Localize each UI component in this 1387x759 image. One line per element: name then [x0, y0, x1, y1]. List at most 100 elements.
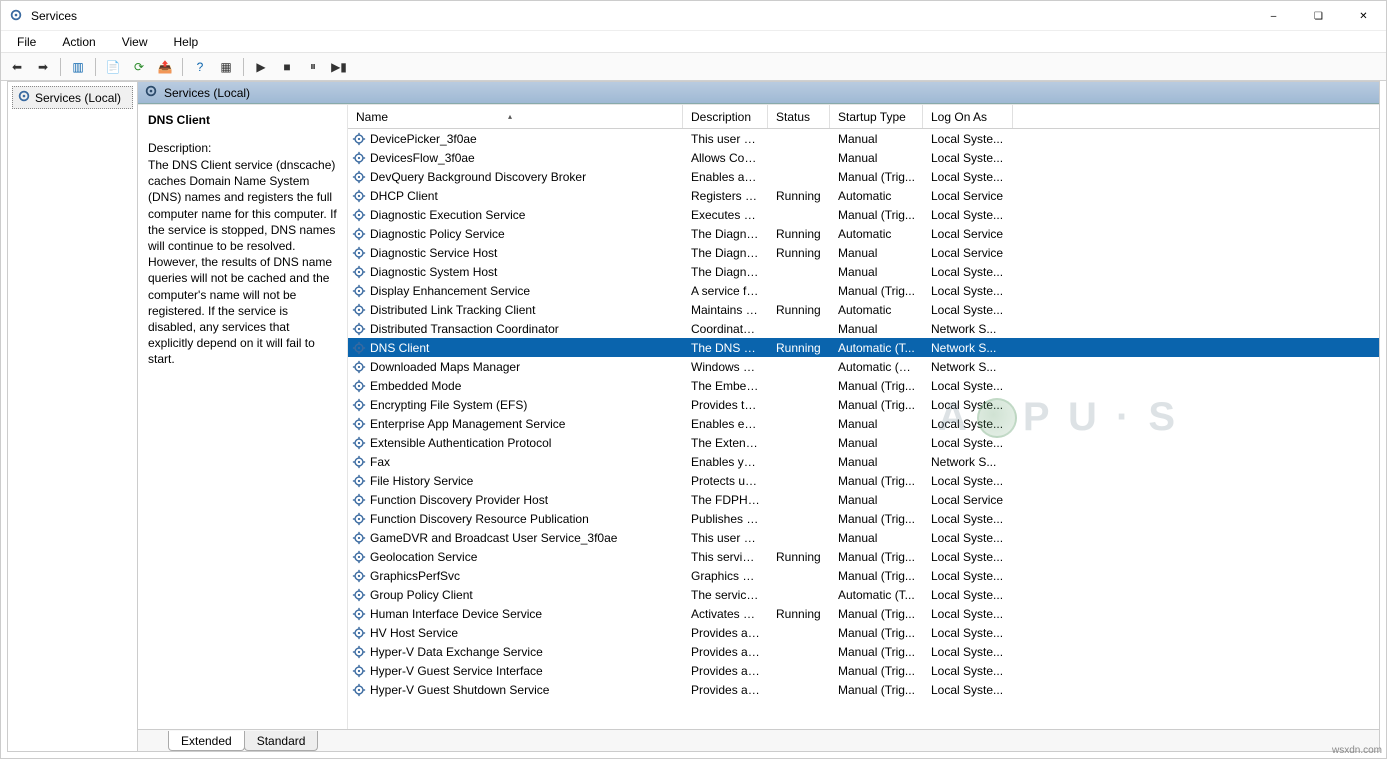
start-service-button[interactable]: ▶ [249, 56, 273, 78]
gear-icon [352, 227, 366, 241]
service-logon: Local Syste... [923, 664, 1013, 678]
table-row[interactable]: Distributed Transaction CoordinatorCoord… [348, 319, 1379, 338]
gear-icon [352, 474, 366, 488]
service-status: Running [768, 341, 830, 355]
service-description: Publishes th... [683, 512, 768, 526]
table-row[interactable]: FaxEnables you...ManualNetwork S... [348, 452, 1379, 471]
table-row[interactable]: Function Discovery Provider HostThe FDPH… [348, 490, 1379, 509]
maximize-button[interactable]: ❏ [1296, 1, 1341, 31]
service-startup: Manual (Trig... [830, 607, 923, 621]
table-row[interactable]: Function Discovery Resource PublicationP… [348, 509, 1379, 528]
table-row[interactable]: DNS ClientThe DNS Cli...RunningAutomatic… [348, 338, 1379, 357]
table-row[interactable]: Hyper-V Guest Shutdown ServiceProvides a… [348, 680, 1379, 699]
column-button[interactable]: ▦ [214, 56, 238, 78]
sort-indicator-icon: ▴ [508, 112, 678, 121]
gear-icon [352, 588, 366, 602]
pause-service-button[interactable]: ⏸ [301, 56, 325, 78]
properties-button[interactable]: 📄 [101, 56, 125, 78]
tree-node-services-local[interactable]: Services (Local) [12, 86, 133, 109]
service-name: Diagnostic System Host [370, 265, 497, 279]
description-text: The DNS Client service (dnscache) caches… [148, 157, 337, 367]
table-row[interactable]: Display Enhancement ServiceA service fo.… [348, 281, 1379, 300]
table-row[interactable]: Diagnostic Service HostThe Diagno...Runn… [348, 243, 1379, 262]
table-row[interactable]: DHCP ClientRegisters an...RunningAutomat… [348, 186, 1379, 205]
window-title: Services [31, 9, 77, 23]
help-button[interactable]: ? [188, 56, 212, 78]
restart-service-button[interactable]: ▶▮ [327, 56, 351, 78]
gear-icon [352, 379, 366, 393]
table-row[interactable]: Hyper-V Data Exchange ServiceProvides a … [348, 642, 1379, 661]
table-row[interactable]: Enterprise App Management ServiceEnables… [348, 414, 1379, 433]
service-description: Activates an... [683, 607, 768, 621]
forward-button[interactable]: ➡ [31, 56, 55, 78]
table-row[interactable]: DevQuery Background Discovery BrokerEnab… [348, 167, 1379, 186]
service-description: The DNS Cli... [683, 341, 768, 355]
gear-icon [352, 436, 366, 450]
gear-icon [352, 664, 366, 678]
tab-extended[interactable]: Extended [168, 731, 245, 751]
service-description: The Diagno... [683, 227, 768, 241]
service-name: Function Discovery Provider Host [370, 493, 548, 507]
gear-icon [352, 626, 366, 640]
table-row[interactable]: File History ServiceProtects use...Manua… [348, 471, 1379, 490]
column-header-status[interactable]: Status [768, 105, 830, 128]
table-row[interactable]: Geolocation ServiceThis service ...Runni… [348, 547, 1379, 566]
tab-standard[interactable]: Standard [244, 731, 319, 751]
minimize-button[interactable]: – [1251, 1, 1296, 31]
column-header-startup[interactable]: Startup Type [830, 105, 923, 128]
table-row[interactable]: Downloaded Maps ManagerWindows se...Auto… [348, 357, 1379, 376]
gear-icon [17, 89, 31, 106]
service-startup: Manual [830, 417, 923, 431]
services-list: Name▴ Description Status Startup Type Lo… [348, 105, 1379, 729]
export-list-button[interactable]: 📤 [153, 56, 177, 78]
service-startup: Manual (Trig... [830, 474, 923, 488]
table-row[interactable]: Diagnostic Policy ServiceThe Diagno...Ru… [348, 224, 1379, 243]
back-button[interactable]: ⬅ [5, 56, 29, 78]
menu-help[interactable]: Help [170, 33, 203, 51]
table-row[interactable]: GameDVR and Broadcast User Service_3f0ae… [348, 528, 1379, 547]
table-row[interactable]: HV Host ServiceProvides an ...Manual (Tr… [348, 623, 1379, 642]
gear-icon [352, 569, 366, 583]
menu-action[interactable]: Action [58, 33, 99, 51]
service-startup: Manual [830, 246, 923, 260]
table-row[interactable]: Encrypting File System (EFS)Provides th.… [348, 395, 1379, 414]
service-name: Distributed Transaction Coordinator [370, 322, 559, 336]
menu-view[interactable]: View [118, 33, 152, 51]
service-startup: Manual (Trig... [830, 512, 923, 526]
column-header-name[interactable]: Name▴ [348, 105, 683, 128]
table-row[interactable]: Diagnostic Execution ServiceExecutes dia… [348, 205, 1379, 224]
table-row[interactable]: Distributed Link Tracking ClientMaintain… [348, 300, 1379, 319]
gear-icon [352, 284, 366, 298]
service-name: Encrypting File System (EFS) [370, 398, 527, 412]
show-hide-tree-button[interactable]: ▥ [66, 56, 90, 78]
table-row[interactable]: Group Policy ClientThe service ...Automa… [348, 585, 1379, 604]
service-name: GameDVR and Broadcast User Service_3f0ae [370, 531, 617, 545]
table-row[interactable]: Diagnostic System HostThe Diagno...Manua… [348, 262, 1379, 281]
column-header-logon[interactable]: Log On As [923, 105, 1013, 128]
refresh-button[interactable]: ⟳ [127, 56, 151, 78]
column-header-description[interactable]: Description [683, 105, 768, 128]
list-rows[interactable]: DevicePicker_3f0aeThis user se...ManualL… [348, 129, 1379, 729]
service-logon: Local Service [923, 227, 1013, 241]
service-startup: Manual [830, 322, 923, 336]
table-row[interactable]: DevicePicker_3f0aeThis user se...ManualL… [348, 129, 1379, 148]
stop-service-button[interactable]: ■ [275, 56, 299, 78]
table-row[interactable]: GraphicsPerfSvcGraphics pe...Manual (Tri… [348, 566, 1379, 585]
service-description: Protects use... [683, 474, 768, 488]
service-description: Executes dia... [683, 208, 768, 222]
table-row[interactable]: DevicesFlow_3f0aeAllows Con...ManualLoca… [348, 148, 1379, 167]
table-row[interactable]: Embedded ModeThe Embed...Manual (Trig...… [348, 376, 1379, 395]
titlebar: Services – ❏ ✕ [1, 1, 1386, 31]
gear-icon [352, 683, 366, 697]
service-startup: Automatic (T... [830, 341, 923, 355]
close-button[interactable]: ✕ [1341, 1, 1386, 31]
menu-file[interactable]: File [13, 33, 40, 51]
service-startup: Manual (Trig... [830, 379, 923, 393]
gear-icon [144, 84, 158, 101]
table-row[interactable]: Extensible Authentication ProtocolThe Ex… [348, 433, 1379, 452]
table-row[interactable]: Human Interface Device ServiceActivates … [348, 604, 1379, 623]
view-tabs: Extended Standard [138, 729, 1379, 751]
content-header-title: Services (Local) [164, 86, 250, 100]
service-startup: Manual [830, 493, 923, 507]
table-row[interactable]: Hyper-V Guest Service InterfaceProvides … [348, 661, 1379, 680]
